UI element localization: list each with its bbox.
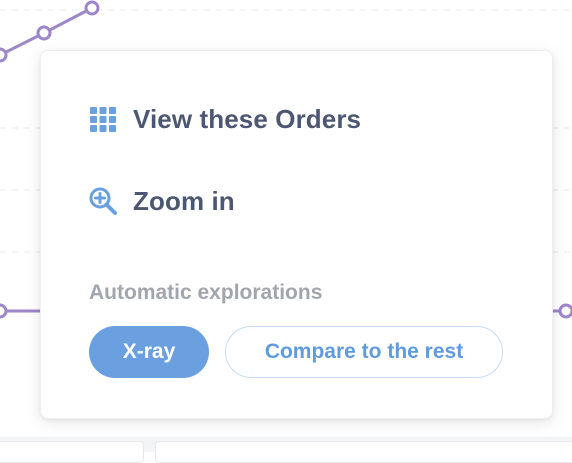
bottom-card [155, 441, 572, 463]
chart-point[interactable] [558, 303, 572, 319]
grid-icon [87, 103, 119, 135]
chart-point[interactable] [84, 0, 100, 16]
view-orders-action[interactable]: View these Orders [87, 101, 361, 137]
actions-popover: View these Orders Zoom in Automatic expl… [40, 50, 553, 419]
zoom-in-icon [87, 185, 119, 217]
xray-button[interactable]: X-ray [89, 326, 209, 378]
chart-point[interactable] [0, 303, 8, 319]
chart-point[interactable] [0, 47, 8, 63]
bottom-card [0, 441, 144, 463]
chart-point[interactable] [36, 25, 52, 41]
view-orders-label: View these Orders [133, 103, 362, 134]
bottom-strip [0, 437, 572, 463]
compare-to-rest-button[interactable]: Compare to the rest [225, 326, 503, 378]
automatic-explorations-heading: Automatic explorations [89, 281, 323, 304]
zoom-in-action[interactable]: Zoom in [87, 183, 235, 219]
zoom-in-label: Zoom in [133, 185, 235, 216]
